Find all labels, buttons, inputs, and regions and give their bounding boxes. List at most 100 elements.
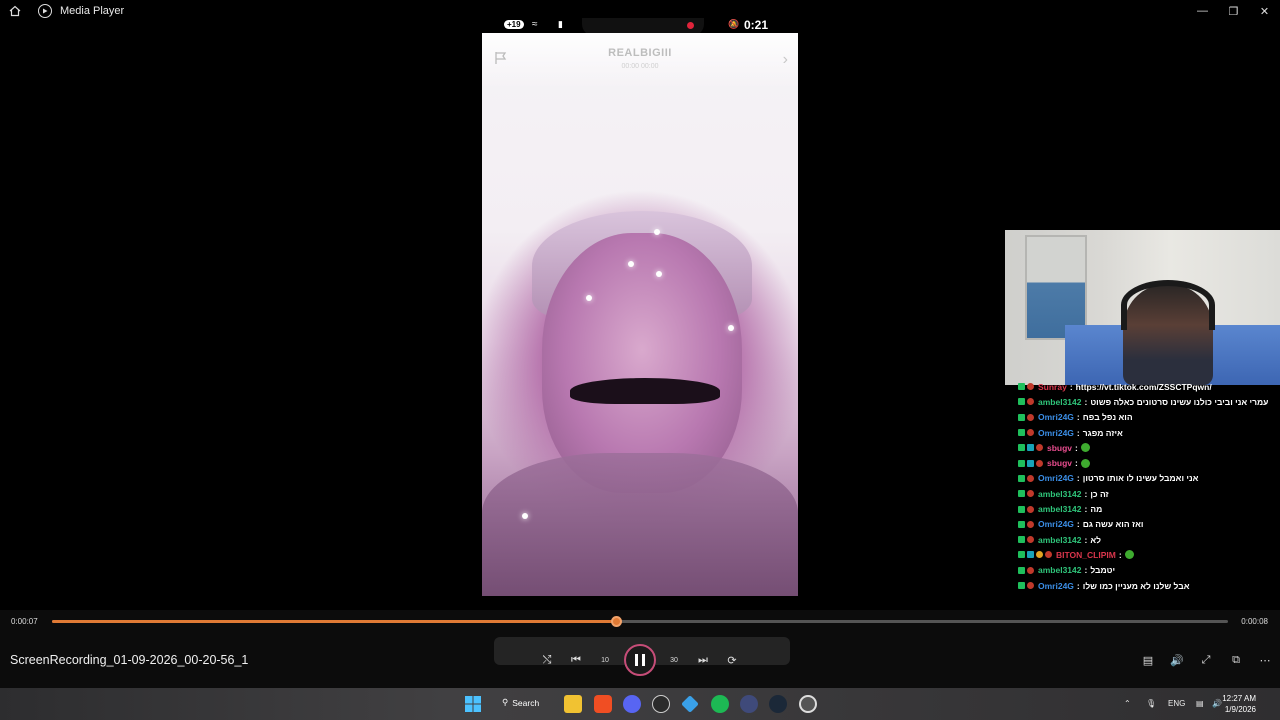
language-indicator[interactable]: ENG (1168, 699, 1185, 708)
tray-chevron-up-icon[interactable]: ⌃ (1124, 699, 1131, 708)
speaker-icon[interactable]: 🔊 (1212, 699, 1222, 708)
mod-badge-icon (1027, 536, 1034, 544)
chat-username: ambel3142 (1038, 534, 1082, 545)
chat-separator: : (1084, 534, 1088, 545)
volume-icon[interactable]: 🔊 (1166, 650, 1188, 670)
chat-message: sbugv: (1018, 455, 1280, 470)
total-time: 0:00:08 (1241, 617, 1268, 626)
chat-username: Omri24G (1038, 580, 1074, 591)
more-options-icon[interactable]: ⋯ (1254, 650, 1276, 670)
wifi-icon: ≈ (532, 19, 538, 30)
chat-message: Omri24G: אבל שלנו לא מעניין כמו שלו (1018, 578, 1280, 593)
chat-message: sbugv: (1018, 440, 1280, 455)
taskbar-search[interactable]: ⚲ Search (502, 697, 539, 708)
green-badge-icon (1018, 582, 1025, 589)
chat-message: ambel3142: זה כן (1018, 486, 1280, 501)
network-icon[interactable]: ▤ (1196, 699, 1204, 708)
video-header-overlay (482, 33, 798, 89)
seek-bar[interactable]: 0:00:07 0:00:08 (0, 610, 1280, 634)
sparkle (728, 325, 734, 331)
fullscreen-icon[interactable]: ⤢ (1195, 650, 1217, 670)
minimize-button[interactable]: — (1187, 0, 1218, 22)
mini-player-icon[interactable]: ⧉ (1225, 650, 1247, 670)
chat-username: sbugv (1047, 458, 1073, 469)
video-subtitle: 00:00 00:00 (621, 63, 659, 70)
shuffle-icon[interactable]: ⤭ (536, 649, 558, 671)
repeat-off-icon[interactable]: ⟳ (721, 649, 743, 671)
chevron-right-icon: › (782, 51, 788, 68)
spotify-icon[interactable] (711, 695, 729, 713)
mod-badge-icon (1027, 429, 1034, 437)
chat-username: ambel3142 (1038, 488, 1082, 499)
green-badge-icon (1018, 505, 1025, 513)
obs-icon[interactable] (652, 695, 670, 713)
app-arrow-icon[interactable] (740, 695, 758, 713)
chat-text: https://vt.tiktok.com/ZSSCTPqwn/ (1075, 381, 1212, 392)
sparkle (654, 229, 660, 235)
close-button[interactable]: ✕ (1249, 0, 1280, 22)
chat-separator: : (1075, 458, 1078, 469)
chat-separator: : (1084, 396, 1088, 407)
window-title: Media Player (60, 5, 125, 17)
chat-separator: : (1118, 549, 1122, 560)
sparkle (656, 271, 662, 277)
next-button[interactable]: ⏭ (692, 649, 714, 671)
microphone-icon[interactable]: 🎙 (1146, 699, 1156, 708)
pause-icon (635, 654, 645, 666)
captions-icon[interactable]: ▤ (1137, 650, 1159, 670)
skip-forward-button[interactable]: 30 (663, 649, 685, 671)
notification-badge: +19 (504, 20, 524, 29)
chat-text: לא (1090, 534, 1101, 545)
maximize-button[interactable]: ❐ (1218, 0, 1249, 22)
skip-back-button[interactable]: 10 (594, 649, 616, 671)
chat-username: sbugv (1047, 442, 1073, 453)
chat-overlay: Sunray: https://vt.tiktok.com/ZSSCTPqwn/a… (1018, 379, 1280, 593)
search-label: Search (512, 697, 540, 708)
media-player-app-icon (38, 4, 52, 18)
mod-badge-icon (1036, 459, 1043, 467)
chat-message: Omri24G: איזה מפגר (1018, 425, 1280, 440)
seek-progress (52, 620, 617, 623)
phone-clock: 0:21 (743, 18, 768, 32)
sparkle (586, 295, 592, 301)
green-badge-icon (1018, 551, 1025, 559)
chat-separator: : (1076, 412, 1080, 423)
chat-message: Omri24G: הוא נפל בפח (1018, 410, 1280, 425)
mod-badge-icon (1027, 383, 1034, 391)
chat-username: ambel3142 (1038, 504, 1082, 515)
windows-start-icon[interactable] (464, 695, 482, 713)
previous-button[interactable]: ⏮ (565, 649, 587, 671)
chat-message: BITON_CLIPIM: (1018, 547, 1280, 562)
webcam-overlay (1005, 230, 1280, 385)
green-badge-icon (1018, 398, 1025, 406)
pause-button[interactable] (624, 644, 656, 676)
brave-browser-icon[interactable] (594, 695, 612, 713)
chat-username: BITON_CLIPIM (1056, 549, 1116, 560)
chat-separator: : (1069, 381, 1073, 392)
chat-separator: : (1084, 488, 1088, 499)
steam-icon[interactable] (769, 695, 787, 713)
video-username: REALBIGIII (608, 47, 672, 59)
teal-badge-icon (1027, 444, 1034, 452)
app-diamond-icon[interactable] (681, 695, 699, 713)
chat-username: Omri24G (1038, 427, 1074, 438)
green-badge-icon (1018, 536, 1025, 544)
chat-message: ambel3142: מה (1018, 501, 1280, 516)
file-explorer-icon[interactable] (564, 695, 582, 713)
discord-icon[interactable] (623, 695, 641, 713)
chat-text: ואז הוא עשה גם (1082, 519, 1144, 530)
video-stage[interactable]: +19 ≈ ▮ 🔕 0:21 REALBIGIII 00:00 00:00 › … (0, 18, 1280, 610)
green-badge-icon (1018, 383, 1025, 391)
clock-time: 12:27 AM (1222, 694, 1256, 703)
taskbar-clock[interactable]: 12:27 AM 1/9/2026 (1222, 693, 1256, 715)
seek-track[interactable] (52, 616, 1228, 627)
media-player-taskbar-icon[interactable] (799, 695, 817, 713)
mod-badge-icon (1027, 474, 1034, 482)
seek-thumb[interactable] (611, 616, 623, 627)
home-icon[interactable] (0, 0, 30, 22)
chat-separator: : (1084, 565, 1088, 576)
chat-username: ambel3142 (1038, 396, 1082, 407)
chat-emote-icon (1124, 550, 1134, 560)
mod-badge-icon (1045, 551, 1052, 559)
chat-username: Omri24G (1038, 473, 1074, 484)
